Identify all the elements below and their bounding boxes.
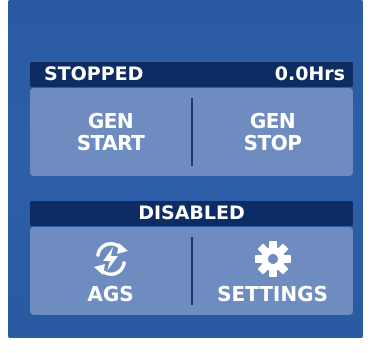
generator-status-bar: STOPPED 0.0Hrs (30, 62, 353, 87)
generator-hours-label: 0.0Hrs (274, 63, 345, 85)
gen-stop-label-line1: GEN (249, 109, 296, 133)
gen-start-button[interactable]: GEN START (30, 88, 191, 176)
ags-label: AGS (87, 282, 134, 306)
ags-button[interactable]: AGS (30, 227, 191, 315)
ags-state-label: DISABLED (138, 202, 245, 224)
gen-start-label-line2: START (76, 131, 145, 155)
ags-cycle-lightning-icon (85, 237, 137, 281)
ags-button-panel: AGS SETTINGS (30, 227, 353, 315)
generator-state-label: STOPPED (44, 63, 144, 85)
gear-icon (247, 237, 299, 281)
generator-control-screen: STOPPED 0.0Hrs GEN START GEN STOP DISABL… (8, 0, 363, 338)
ags-status-bar: DISABLED (30, 201, 353, 226)
gen-start-label-line1: GEN (87, 109, 134, 133)
settings-label: SETTINGS (217, 282, 328, 306)
gen-stop-button[interactable]: GEN STOP (192, 88, 353, 176)
gen-stop-label-line2: STOP (243, 131, 302, 155)
generator-button-panel: GEN START GEN STOP (30, 88, 353, 176)
settings-button[interactable]: SETTINGS (192, 227, 353, 315)
